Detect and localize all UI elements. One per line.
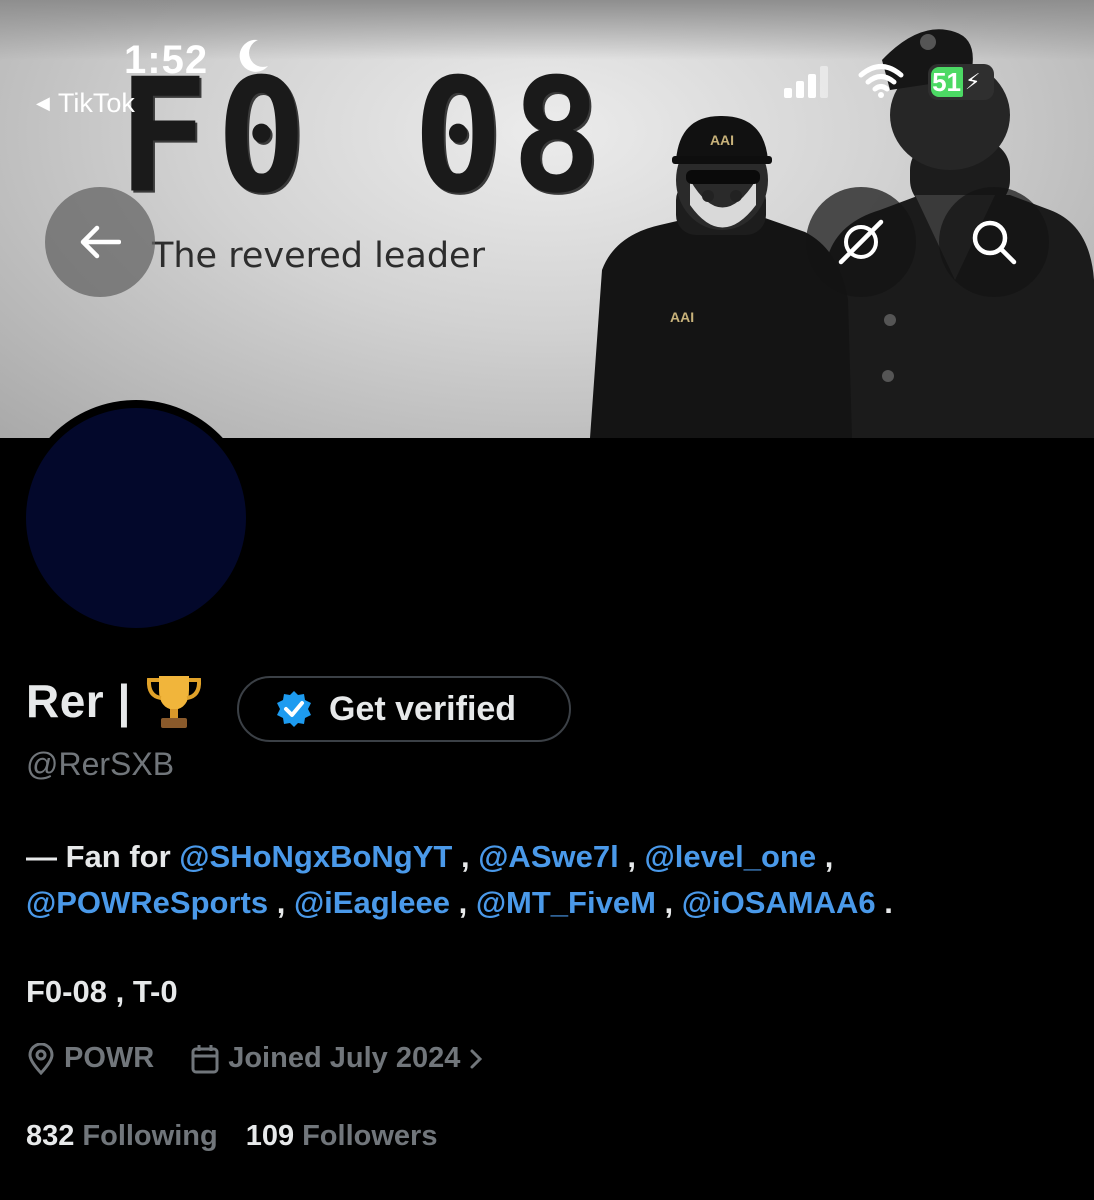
verified-badge-icon [277, 691, 311, 727]
joined-date[interactable]: Joined July 2024 [190, 1042, 484, 1075]
bio: — Fan for @SHoNgxBoNgYT , @ASwe7l , @lev… [26, 834, 1066, 926]
location-pin-icon [28, 1042, 54, 1075]
get-verified-label: Get verified [329, 689, 517, 728]
banner-subtitle: The revered leader [152, 236, 485, 276]
moon-icon [239, 39, 268, 72]
followers-label: Followers [302, 1120, 438, 1152]
followers-count: 109 [245, 1120, 295, 1152]
following-label: Following [82, 1120, 218, 1152]
trophy-icon [146, 676, 201, 728]
back-to-app-link[interactable]: ◀ TikTok [36, 88, 135, 119]
back-to-app-label: TikTok [57, 88, 135, 118]
grok-button[interactable] [806, 187, 916, 297]
mention-link[interactable]: @level_one [645, 839, 817, 874]
profile-banner[interactable]: F0 08 The revered leader AAI AAI 1:52 ◀ … [0, 0, 1094, 438]
bio-suffix: . [875, 885, 893, 920]
mention-link[interactable]: @SHoNgxBoNgYT [179, 839, 452, 874]
grok-icon [838, 219, 884, 265]
bio-prefix: — Fan for [26, 839, 171, 874]
signal-icon [784, 66, 828, 98]
bio-separator: , [449, 885, 476, 920]
avatar[interactable] [26, 408, 246, 628]
bio-separator: , [816, 839, 834, 874]
mention-link[interactable]: @ASwe7l [478, 839, 619, 874]
display-name-row: Rer | [26, 672, 205, 730]
chevron-right-icon [470, 1049, 483, 1068]
wifi-icon [858, 64, 904, 98]
bio-separator: , [268, 885, 294, 920]
joined-text: Joined July 2024 [228, 1042, 461, 1074]
charging-bolt-icon: ⚡ [965, 69, 981, 94]
mention-link[interactable]: @POWReSports [26, 885, 268, 920]
mention-link[interactable]: @iOSAMAA6 [682, 885, 876, 920]
calendar-icon [191, 1044, 219, 1073]
status-time: 1:52 [124, 38, 209, 82]
mention-link[interactable]: @iEagleee [294, 885, 450, 920]
search-icon [972, 220, 1017, 265]
bio-separator: , [655, 885, 682, 920]
get-verified-button[interactable]: Get verified [237, 676, 571, 742]
search-button[interactable] [939, 187, 1049, 297]
follow-stats: 832 Following 109 Followers [26, 1120, 437, 1153]
following-link[interactable]: 832 Following [26, 1120, 218, 1153]
arrow-left-icon [80, 225, 121, 259]
battery-indicator: 51 ⚡ [928, 64, 994, 100]
bio-line-2: F0-08 , T-0 [26, 974, 178, 1009]
jacket-text: AAI [670, 309, 694, 325]
back-triangle-icon: ◀ [36, 93, 50, 113]
following-count: 832 [26, 1120, 75, 1152]
cap-text: AAI [710, 132, 734, 148]
back-button[interactable] [45, 187, 155, 297]
display-name: Rer | [26, 675, 131, 727]
location: POWR [26, 1042, 154, 1075]
bio-separator: , [618, 839, 645, 874]
followers-link[interactable]: 109 Followers [246, 1120, 438, 1153]
bio-separator: , [452, 839, 479, 874]
user-handle: @RerSXB [26, 746, 175, 782]
profile-meta: POWR Joined July 2024 [26, 1042, 484, 1075]
location-text: POWR [64, 1042, 155, 1074]
mention-link[interactable]: @MT_FiveM [476, 885, 656, 920]
battery-level: 51 [931, 67, 963, 97]
